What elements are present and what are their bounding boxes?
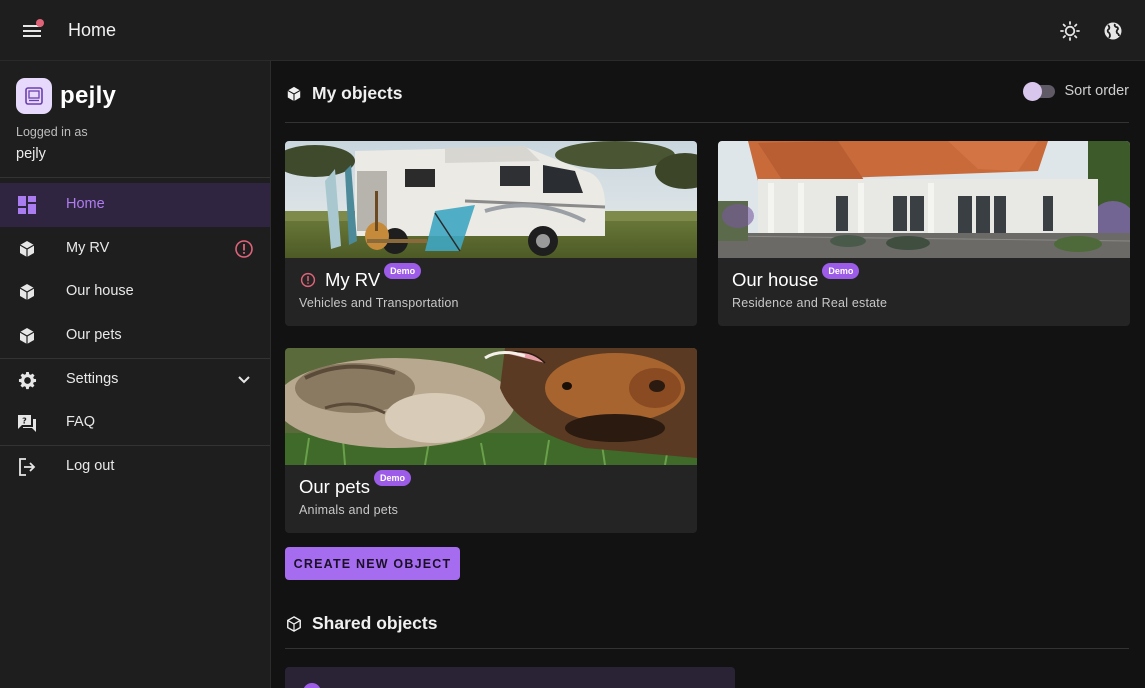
demo-badge: Demo <box>373 470 411 486</box>
theme-toggle-button[interactable] <box>1057 18 1083 44</box>
logout-icon <box>17 457 37 477</box>
section-title: Shared objects <box>312 613 438 633</box>
divider <box>285 648 1129 649</box>
dashboard-icon <box>17 195 37 215</box>
my-objects-header: My objects <box>285 83 402 104</box>
object-card-our-house[interactable]: Our house Demo Residence and Real estate <box>718 141 1130 326</box>
logo-icon <box>16 78 52 114</box>
card-subtitle: Vehicles and Transportation <box>299 296 459 310</box>
card-title: Our house <box>732 269 819 290</box>
brand-name: pejly <box>60 82 117 109</box>
sidebar-item-settings[interactable]: Settings <box>0 358 270 402</box>
cube-icon <box>17 282 37 302</box>
menu-button[interactable] <box>16 15 48 47</box>
sidebar-item-label: FAQ <box>66 414 96 430</box>
switch-track <box>1022 81 1055 101</box>
card-subtitle: Residence and Real estate <box>732 296 888 310</box>
globe-icon <box>1104 22 1122 40</box>
language-button[interactable] <box>1100 18 1126 44</box>
divider <box>285 122 1129 123</box>
demo-badge: Demo <box>822 263 860 279</box>
sort-order-label: Sort order <box>1064 83 1129 99</box>
card-title: My RV <box>325 269 381 290</box>
brightness-icon <box>1060 21 1080 41</box>
section-title: My objects <box>312 83 403 103</box>
demo-badge: Demo <box>384 263 422 279</box>
sidebar-item-log-out[interactable]: Log out <box>0 445 270 489</box>
pets-image <box>285 348 697 465</box>
house-image <box>718 141 1130 258</box>
card-subtitle: Animals and pets <box>299 503 399 517</box>
create-new-object-button[interactable]: CREATE NEW OBJECT <box>285 547 460 580</box>
alert-icon <box>234 239 254 259</box>
alert-icon <box>299 271 317 289</box>
sidebar-item-label: Our house <box>66 283 134 299</box>
cube-icon <box>285 85 303 103</box>
sidebar-item-home[interactable]: Home <box>0 183 270 227</box>
info-icon <box>303 683 321 688</box>
sidebar: pejly Logged in as pejly Home My RV Our … <box>0 61 271 688</box>
username: pejly <box>16 146 46 162</box>
svg-text:?: ? <box>22 417 27 426</box>
cube-outline-icon <box>285 615 303 633</box>
sidebar-item-label: Settings <box>66 371 119 387</box>
rv-image <box>285 141 697 258</box>
page-title: Home <box>68 20 117 40</box>
cube-icon <box>17 326 37 346</box>
sidebar-item-my-rv[interactable]: My RV <box>0 227 270 271</box>
shared-objects-info-box <box>285 667 735 688</box>
faq-icon: ? <box>17 413 37 433</box>
gear-icon <box>17 370 37 390</box>
card-title: Our pets <box>299 476 370 497</box>
app-bar: Home <box>0 0 1145 61</box>
sidebar-item-label: Log out <box>66 458 115 474</box>
divider <box>0 177 270 178</box>
main-content: My objects Sort order My RV Demo Vehicle… <box>271 61 1145 688</box>
sidebar-item-label: Our pets <box>66 327 122 343</box>
switch-thumb <box>1022 81 1042 101</box>
card-title-row: Our pets Demo <box>299 470 411 498</box>
logged-in-label: Logged in as <box>16 125 88 139</box>
sidebar-item-label: Home <box>66 196 105 212</box>
sidebar-item-our-house[interactable]: Our house <box>0 270 270 314</box>
shared-objects-header: Shared objects <box>285 613 437 634</box>
card-title-row: My RV Demo <box>299 263 422 291</box>
sidebar-item-label: My RV <box>66 240 110 256</box>
sidebar-item-our-pets[interactable]: Our pets <box>0 314 270 358</box>
brand: pejly <box>16 78 116 114</box>
chevron-down-icon <box>234 370 254 390</box>
cube-icon <box>17 239 37 259</box>
sort-order-toggle[interactable]: Sort order <box>1022 81 1129 101</box>
object-card-our-pets[interactable]: Our pets Demo Animals and pets <box>285 348 697 533</box>
object-card-my-rv[interactable]: My RV Demo Vehicles and Transportation <box>285 141 697 326</box>
sidebar-item-faq[interactable]: ? FAQ <box>0 401 270 445</box>
notification-dot <box>36 19 44 27</box>
card-title-row: Our house Demo <box>732 263 860 291</box>
